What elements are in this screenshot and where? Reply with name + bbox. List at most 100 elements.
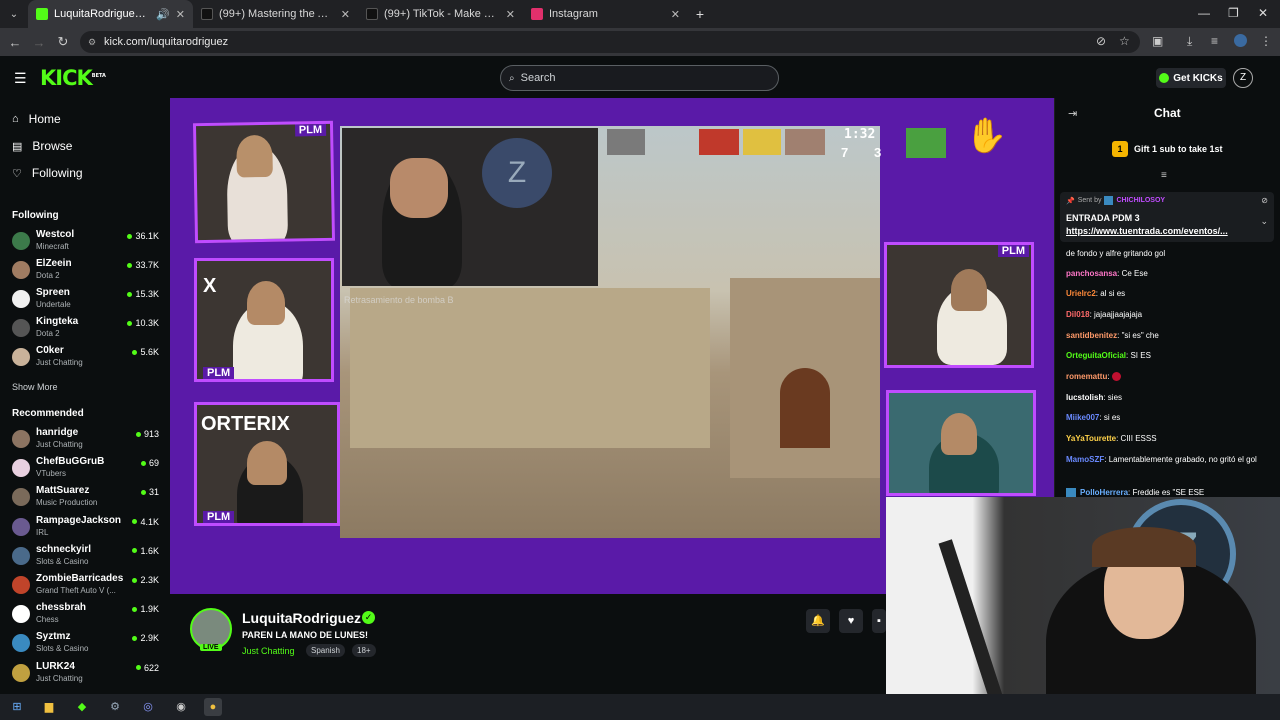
- discord-icon[interactable]: ◎: [139, 698, 157, 716]
- close-tab-icon[interactable]: ✕: [341, 8, 350, 21]
- channel-category: IRL: [36, 527, 49, 537]
- show-more-link[interactable]: Show More: [12, 382, 58, 392]
- tab-title: (99+) TikTok - Make Your Day: [384, 8, 500, 20]
- tag-language[interactable]: Spanish: [306, 644, 345, 657]
- minecraft-icon[interactable]: ◆: [73, 698, 91, 716]
- obs-icon[interactable]: ◉: [172, 698, 190, 716]
- streamer-name[interactable]: LuquitaRodriguez: [242, 610, 361, 626]
- get-kicks-label: Get KICKs: [1173, 72, 1223, 84]
- follow-heart-button[interactable]: ♥: [839, 609, 863, 633]
- notification-bell-button[interactable]: 🔔: [806, 609, 830, 633]
- nav-home[interactable]: ⌂ Home: [12, 112, 61, 126]
- chat-username[interactable]: MamoSZF: [1066, 455, 1104, 464]
- file-explorer-icon[interactable]: ▆: [40, 698, 58, 716]
- channel-item[interactable]: chessbrah Chess 1.9K: [12, 601, 162, 629]
- channel-item[interactable]: ChefBuGGruB VTubers 69: [12, 455, 162, 483]
- chat-username[interactable]: YaYaTourette: [1066, 434, 1116, 443]
- close-tab-icon[interactable]: ✕: [671, 8, 680, 21]
- collapse-chat-icon[interactable]: ⇥: [1068, 107, 1077, 120]
- restore-icon[interactable]: ❐: [1228, 6, 1239, 20]
- live-dot-icon: [132, 349, 138, 355]
- viewer-count-text: 1.6K: [140, 545, 159, 556]
- chat-username[interactable]: lucstolish: [1066, 393, 1103, 402]
- hud-timer: 1:32: [844, 127, 876, 142]
- channel-category: Just Chatting: [36, 440, 83, 449]
- steam-icon[interactable]: ⚙: [106, 698, 124, 716]
- media-icon[interactable]: ≡: [1211, 34, 1218, 48]
- pinned-sender[interactable]: CHICHILOSOY: [1116, 197, 1165, 204]
- viewer-count-text: 4.1K: [140, 516, 159, 527]
- tab-2[interactable]: (99+) TikTok - Make Your Day ✕: [358, 0, 523, 28]
- nav-browse[interactable]: ▤ Browse: [12, 139, 72, 153]
- windows-start-icon[interactable]: ⊞: [8, 698, 26, 716]
- chat-username[interactable]: santidbenitez: [1066, 331, 1117, 340]
- chat-message: Miike007: si es: [1066, 412, 1270, 423]
- chat-text: SI ES: [1130, 351, 1151, 360]
- minimize-icon[interactable]: —: [1198, 6, 1210, 20]
- chat-username[interactable]: romemattu: [1066, 372, 1107, 381]
- channel-item[interactable]: hanridge Just Chatting 913: [12, 426, 162, 454]
- download-icon[interactable]: ⤓: [1187, 34, 1192, 49]
- chrome-icon[interactable]: ●: [204, 698, 222, 716]
- channel-item[interactable]: ZombieBarricades Grand Theft Auto V (... 2…: [12, 572, 162, 600]
- viewer-count: 2.9K: [132, 633, 159, 643]
- close-tab-icon[interactable]: ✕: [176, 8, 185, 21]
- tab-search-icon[interactable]: ⌄: [0, 9, 28, 20]
- chat-filter-icon[interactable]: ≡: [1161, 170, 1167, 181]
- hamburger-menu-icon[interactable]: ☰: [14, 70, 27, 87]
- forward-icon[interactable]: →: [27, 35, 51, 50]
- back-icon[interactable]: ←: [3, 35, 27, 50]
- eye-off-icon[interactable]: ⊘: [1096, 34, 1106, 48]
- channel-item[interactable]: C0ker Just Chatting 5.6K: [12, 344, 162, 372]
- cam-label: PLM: [203, 511, 235, 523]
- chat-username[interactable]: panchosansa: [1066, 269, 1117, 278]
- reload-icon[interactable]: ↻: [51, 34, 75, 50]
- tab-0[interactable]: LuquitaRodriguez Stream 🔊 ✕: [28, 0, 193, 28]
- heart-icon: ♡: [12, 167, 22, 180]
- chat-username[interactable]: Urielrc2: [1066, 289, 1096, 298]
- unpin-icon[interactable]: ⊘: [1261, 196, 1268, 205]
- chat-username[interactable]: OrteguitaOficial: [1066, 351, 1126, 360]
- chat-username[interactable]: Dil018: [1066, 310, 1090, 319]
- channel-item[interactable]: Syztmz Slots & Casino 2.9K: [12, 630, 162, 658]
- chat-username[interactable]: Miike007: [1066, 413, 1099, 422]
- gift-button[interactable]: ▪: [872, 609, 886, 633]
- tag-age[interactable]: 18+: [352, 644, 376, 657]
- expand-chevron-icon[interactable]: ⌄: [1260, 216, 1268, 227]
- stream-category[interactable]: Just Chatting: [242, 646, 295, 656]
- profile-avatar[interactable]: [1234, 34, 1247, 47]
- channel-item[interactable]: ElZeein Dota 2 33.7K: [12, 257, 162, 285]
- get-kicks-button[interactable]: Get KICKs: [1156, 68, 1226, 88]
- gift-sub-banner[interactable]: 1 Gift 1 sub to take 1st: [1112, 141, 1223, 157]
- chat-text: si es: [1103, 413, 1121, 422]
- site-info-icon[interactable]: ⚙: [88, 37, 96, 48]
- instagram-favicon-icon: [531, 8, 543, 20]
- kicks-coin-icon: [1159, 73, 1170, 83]
- tab-1[interactable]: (99+) Mastering the Art of Defe... ✕: [193, 0, 358, 28]
- menu-kebab-icon[interactable]: ⋮: [1260, 34, 1272, 48]
- channel-item[interactable]: Westcol Minecraft 36.1K: [12, 228, 162, 256]
- tab-3[interactable]: Instagram ✕: [523, 0, 688, 28]
- channel-item[interactable]: Spreen Undertale 15.3K: [12, 286, 162, 314]
- new-tab-icon[interactable]: +: [688, 6, 712, 22]
- channel-item[interactable]: Kingteka Dota 2 10.3K: [12, 315, 162, 343]
- viewer-count: 36.1K: [127, 231, 159, 241]
- extensions-icon[interactable]: ▣: [1152, 34, 1163, 48]
- sender-badge-icon: [1104, 196, 1114, 205]
- channel-avatar: [12, 634, 30, 653]
- channel-item[interactable]: RampageJackson IRL 4.1K: [12, 514, 162, 542]
- bookmark-star-icon[interactable]: ☆: [1119, 34, 1130, 48]
- close-tab-icon[interactable]: ✕: [506, 8, 515, 21]
- channel-item[interactable]: MattSuarez Music Production 31: [12, 484, 162, 512]
- kick-logo[interactable]: KICKBETA: [40, 66, 106, 90]
- search-input[interactable]: ⌕ Search: [500, 65, 779, 91]
- nav-following[interactable]: ♡ Following: [12, 166, 83, 180]
- chat-username[interactable]: PolloHerrera: [1080, 488, 1128, 497]
- close-window-icon[interactable]: ✕: [1258, 6, 1268, 20]
- channel-item[interactable]: LURK24 Just Chatting 622: [12, 660, 162, 688]
- channel-item[interactable]: schneckyirl Slots & Casino 1.6K: [12, 543, 162, 571]
- user-avatar[interactable]: Z: [1233, 68, 1253, 88]
- speaker-icon[interactable]: 🔊: [156, 8, 170, 21]
- pinned-link[interactable]: https://www.tuentrada.com/eventos/...: [1066, 226, 1246, 236]
- url-field[interactable]: ⚙ kick.com/luquitarodriguez: [80, 31, 1140, 53]
